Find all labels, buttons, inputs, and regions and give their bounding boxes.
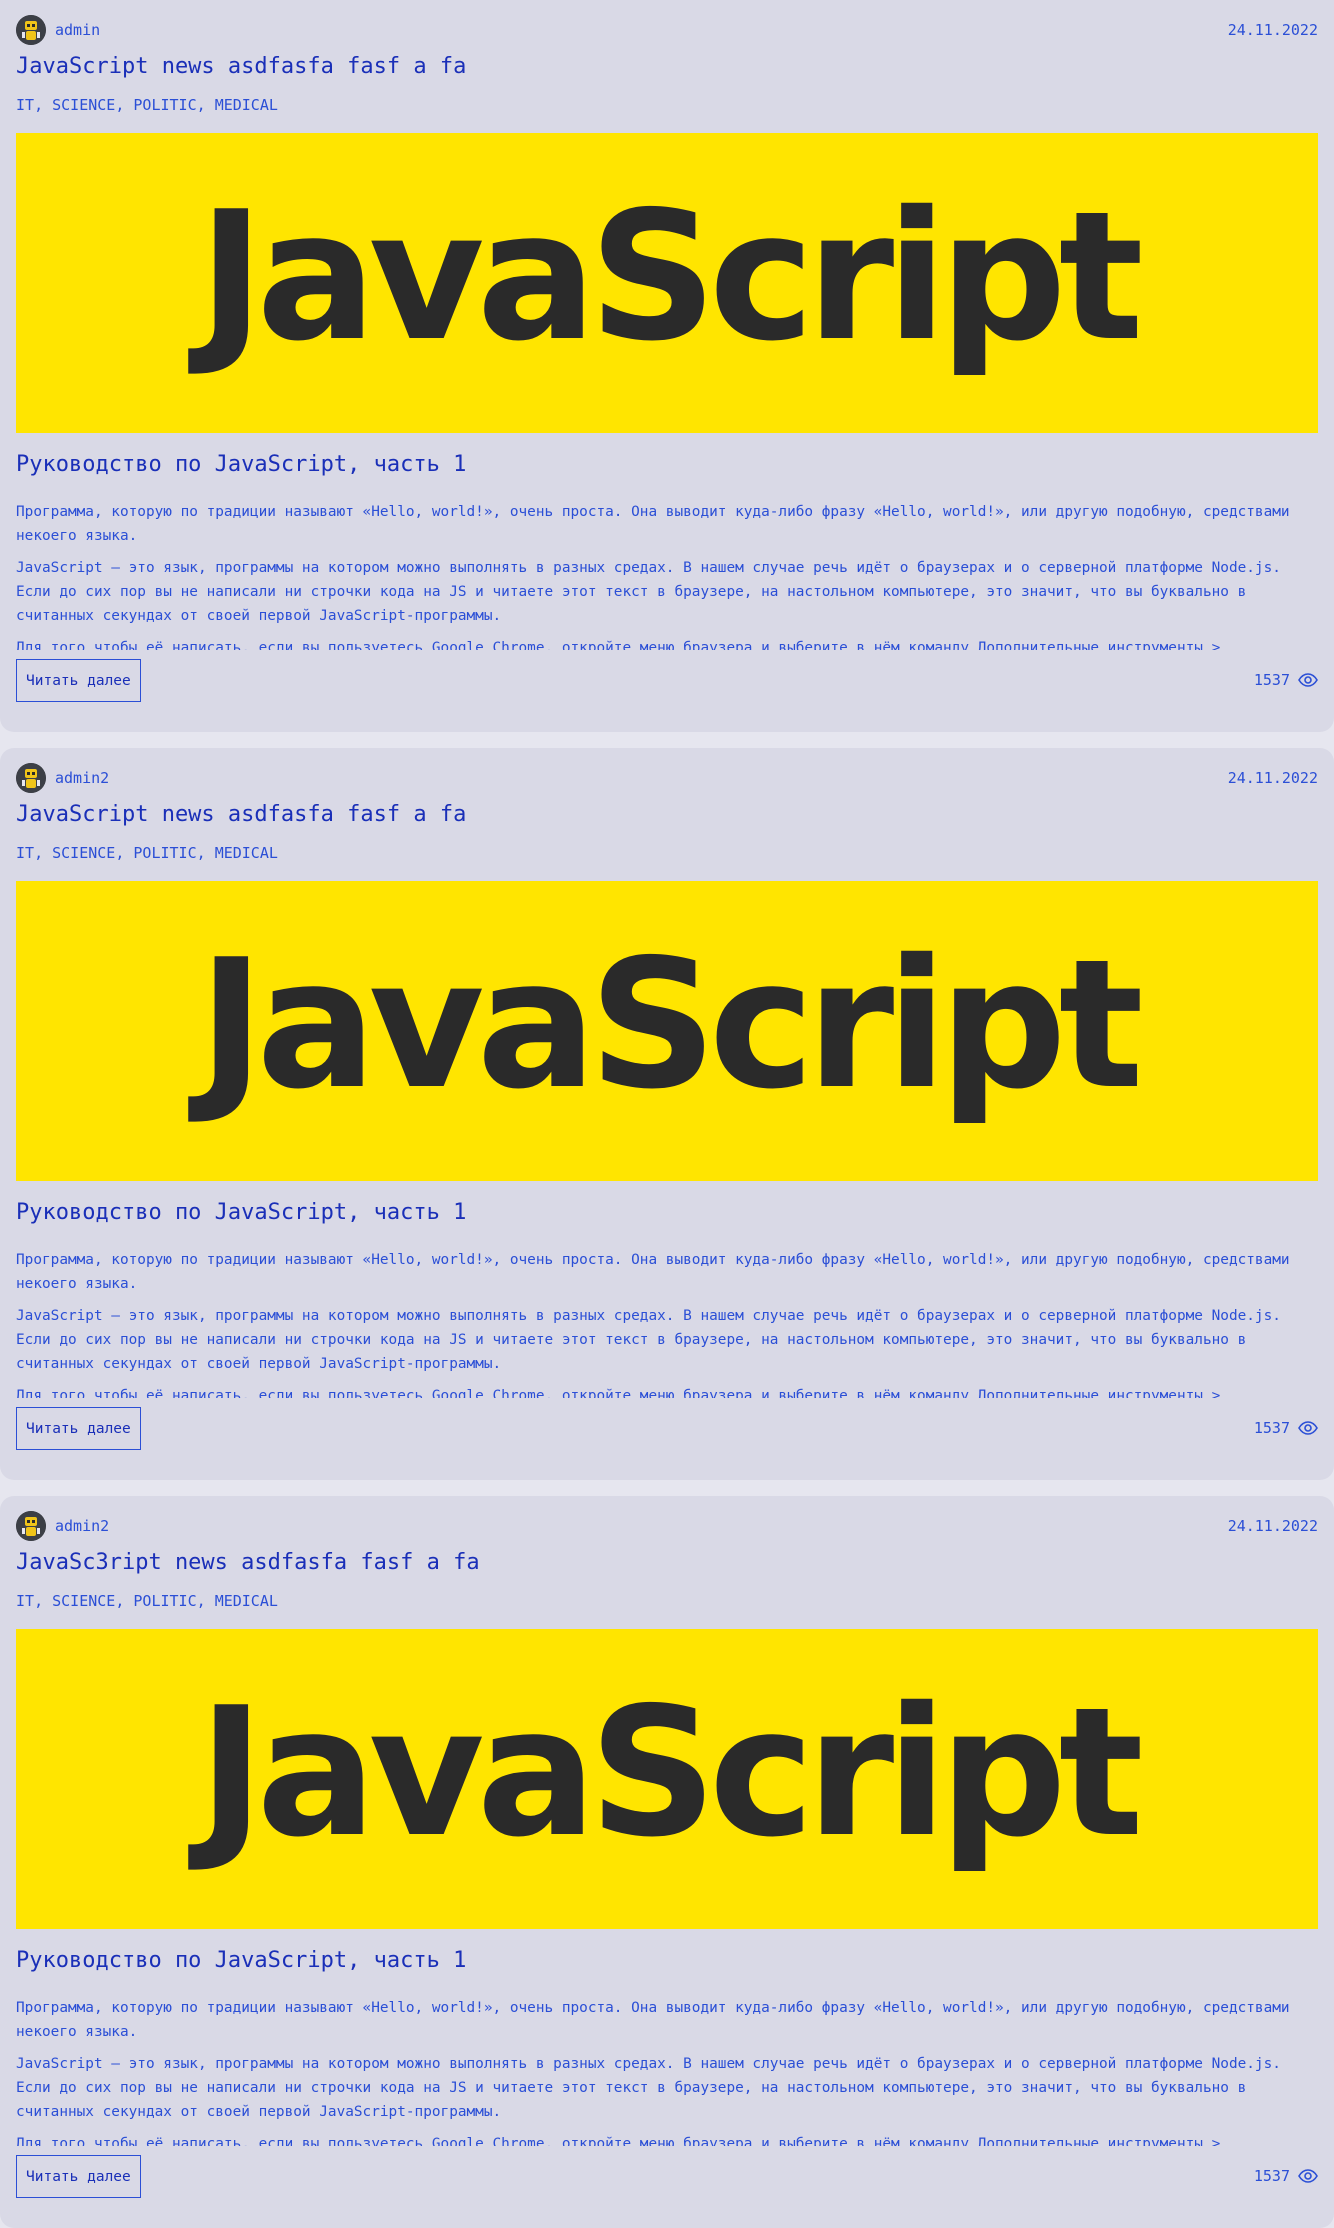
post-card: admin 24.11.2022 JavaScript news asdfasf… — [0, 0, 1334, 732]
eye-icon — [1298, 2169, 1318, 2183]
read-more-button[interactable]: Читать далее — [16, 2155, 141, 2198]
tag-list: IT, SCIENCE, POLITIC, MEDICAL — [16, 1592, 278, 1610]
eye-icon — [1298, 673, 1318, 687]
post-card: admin2 24.11.2022 JavaSc3ript news asdfa… — [0, 1496, 1334, 2228]
tag-politic[interactable]: POLITIC — [133, 844, 196, 862]
cover-logo-text: JavaScript — [198, 172, 1144, 380]
robot-avatar-icon[interactable] — [16, 15, 46, 45]
view-counter: 1537 — [1254, 2167, 1318, 2185]
tag-politic[interactable]: POLITIC — [133, 96, 196, 114]
robot-avatar-icon[interactable] — [16, 1511, 46, 1541]
read-more-button[interactable]: Читать далее — [16, 1407, 141, 1450]
robot-avatar-icon[interactable] — [16, 763, 46, 793]
post-excerpt: Программа, которую по традиции называют … — [16, 1248, 1318, 1398]
excerpt-paragraph: Программа, которую по традиции называют … — [16, 504, 1290, 544]
post-cover-image: JavaScript — [16, 1629, 1318, 1929]
excerpt-paragraph: Для того чтобы её написать, если вы поль… — [16, 1388, 1221, 1398]
view-count: 1537 — [1253, 2167, 1290, 2185]
cover-logo-text: JavaScript — [198, 920, 1144, 1128]
view-counter: 1537 — [1254, 671, 1318, 689]
tag-medical[interactable]: MEDICAL — [215, 1592, 278, 1610]
tag-it[interactable]: IT — [16, 96, 34, 114]
post-meta: admin 24.11.2022 — [16, 15, 1318, 45]
post-excerpt: Программа, которую по традиции называют … — [16, 500, 1318, 650]
post-subtitle: Руководство по JavaScript, часть 1 — [16, 1200, 467, 1225]
author-link[interactable]: admin2 — [55, 1517, 109, 1535]
post-title[interactable]: JavaScript news asdfasfa fasf a fa — [16, 54, 466, 79]
post-cover-image: JavaScript — [16, 881, 1318, 1181]
view-count: 1537 — [1253, 671, 1290, 689]
post-card: admin2 24.11.2022 JavaScript news asdfas… — [0, 748, 1334, 1480]
news-feed: admin 24.11.2022 JavaScript news asdfasf… — [0, 0, 1334, 2228]
tag-science[interactable]: SCIENCE — [52, 844, 115, 862]
tag-list: IT, SCIENCE, POLITIC, MEDICAL — [16, 96, 278, 114]
excerpt-paragraph: JavaScript — это язык, программы на кото… — [16, 1308, 1281, 1372]
view-count: 1537 — [1253, 1419, 1290, 1437]
excerpt-paragraph: Для того чтобы её написать, если вы поль… — [16, 640, 1221, 650]
tag-medical[interactable]: MEDICAL — [215, 844, 278, 862]
cover-logo-text: JavaScript — [198, 1668, 1144, 1876]
post-subtitle: Руководство по JavaScript, часть 1 — [16, 1948, 467, 1973]
post-subtitle: Руководство по JavaScript, часть 1 — [16, 452, 467, 477]
tag-medical[interactable]: MEDICAL — [215, 96, 278, 114]
tag-politic[interactable]: POLITIC — [133, 1592, 196, 1610]
post-date: 24.11.2022 — [1227, 21, 1318, 39]
tag-it[interactable]: IT — [16, 1592, 34, 1610]
post-meta: admin2 24.11.2022 — [16, 763, 1318, 793]
post-meta: admin2 24.11.2022 — [16, 1511, 1318, 1541]
post-cover-image: JavaScript — [16, 133, 1318, 433]
author-link[interactable]: admin2 — [55, 769, 109, 787]
post-title[interactable]: JavaScript news asdfasfa fasf a fa — [16, 802, 466, 827]
read-more-button[interactable]: Читать далее — [16, 659, 141, 702]
tag-it[interactable]: IT — [16, 844, 34, 862]
tag-science[interactable]: SCIENCE — [52, 96, 115, 114]
excerpt-paragraph: Для того чтобы её написать, если вы поль… — [16, 2136, 1221, 2146]
excerpt-paragraph: Программа, которую по традиции называют … — [16, 1252, 1290, 1292]
post-title[interactable]: JavaSc3ript news asdfasfa fasf a fa — [16, 1550, 480, 1575]
author-link[interactable]: admin — [55, 21, 100, 39]
post-date: 24.11.2022 — [1227, 769, 1318, 787]
excerpt-paragraph: JavaScript — это язык, программы на кото… — [16, 2056, 1281, 2120]
excerpt-paragraph: JavaScript — это язык, программы на кото… — [16, 560, 1281, 624]
view-counter: 1537 — [1254, 1419, 1318, 1437]
eye-icon — [1298, 1421, 1318, 1435]
tag-science[interactable]: SCIENCE — [52, 1592, 115, 1610]
post-date: 24.11.2022 — [1227, 1517, 1318, 1535]
excerpt-paragraph: Программа, которую по традиции называют … — [16, 2000, 1290, 2040]
tag-list: IT, SCIENCE, POLITIC, MEDICAL — [16, 844, 278, 862]
post-excerpt: Программа, которую по традиции называют … — [16, 1996, 1318, 2146]
